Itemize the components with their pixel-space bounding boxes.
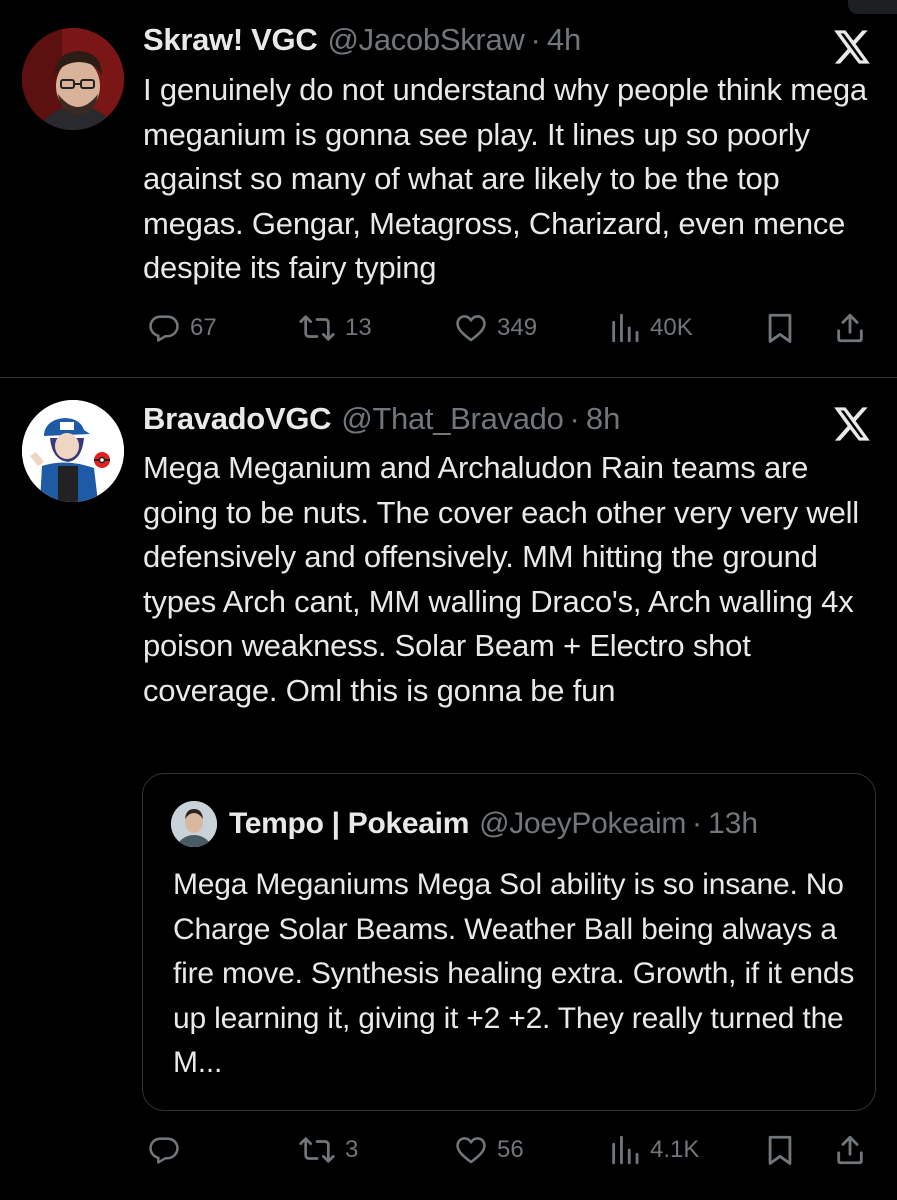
tweet-header: Skraw! VGC @JacobSkraw · 4h	[143, 22, 581, 62]
display-name[interactable]: BravadoVGC	[143, 401, 332, 437]
repost-icon	[299, 315, 335, 341]
views-count: 4.1K	[650, 1136, 700, 1163]
x-logo-icon	[834, 407, 870, 441]
separator-dot: ·	[569, 401, 580, 436]
tweet-text: Mega Meganium and Archaludon Rain teams …	[143, 450, 859, 708]
like-button[interactable]: 56	[454, 1130, 524, 1170]
repost-icon	[299, 1137, 335, 1163]
bookmark-icon	[768, 313, 792, 343]
handle[interactable]: @That_Bravado	[341, 401, 564, 437]
share-icon	[837, 313, 863, 343]
like-count: 56	[497, 1136, 524, 1163]
quoted-header: Tempo | Pokeaim @JoeyPokeaim · 13h	[229, 807, 758, 847]
quoted-avatar[interactable]	[171, 801, 217, 847]
bookmark-icon	[768, 1135, 792, 1165]
x-logo-icon	[834, 30, 870, 64]
timeline-feed: Skraw! VGC @JacobSkraw · 4h I genuinely …	[0, 0, 897, 1200]
action-bar: 67 13 349 40K	[143, 308, 873, 348]
avatar[interactable]	[22, 28, 124, 130]
like-button[interactable]: 349	[454, 308, 537, 348]
reply-button[interactable]	[147, 1130, 190, 1170]
separator-dot: ·	[530, 22, 541, 57]
repost-button[interactable]: 3	[298, 1130, 358, 1170]
bookmark-button[interactable]	[764, 308, 796, 348]
repost-button[interactable]: 13	[298, 308, 372, 348]
quoted-timestamp[interactable]: 13h	[708, 807, 758, 841]
views-button[interactable]: 4.1K	[609, 1130, 699, 1170]
share-button[interactable]	[833, 308, 867, 348]
repost-count: 13	[345, 314, 372, 341]
views-icon	[612, 313, 639, 343]
action-bar: 3 56 4.1K	[143, 1130, 873, 1170]
handle[interactable]: @JacobSkraw	[327, 22, 524, 58]
views-count: 40K	[650, 314, 693, 341]
reply-button[interactable]: 67	[147, 308, 217, 348]
quoted-text: Mega Meganiums Mega Sol ability is so in…	[173, 868, 855, 1080]
tweet-bravado[interactable]: BravadoVGC @That_Bravado · 8h Mega Megan…	[0, 379, 897, 1200]
quoted-tweet[interactable]: Tempo | Pokeaim @JoeyPokeaim · 13h Mega …	[142, 773, 876, 1111]
views-button[interactable]: 40K	[609, 308, 693, 348]
reply-count: 67	[190, 314, 217, 341]
quoted-handle[interactable]: @JoeyPokeaim	[479, 807, 686, 841]
like-count: 349	[497, 314, 538, 341]
reply-icon	[149, 1137, 179, 1164]
timestamp[interactable]: 4h	[547, 22, 581, 58]
quoted-display-name[interactable]: Tempo | Pokeaim	[229, 807, 469, 841]
separator-dot: ·	[692, 807, 703, 840]
tweet-text: I genuinely do not understand why people…	[143, 72, 867, 286]
reply-icon	[149, 315, 179, 342]
bookmark-button[interactable]	[764, 1130, 796, 1170]
like-icon	[456, 315, 486, 342]
timestamp[interactable]: 8h	[586, 401, 620, 437]
like-icon	[456, 1137, 486, 1164]
repost-count: 3	[345, 1136, 359, 1163]
tweet-skraw[interactable]: Skraw! VGC @JacobSkraw · 4h I genuinely …	[0, 0, 897, 378]
tweet-header: BravadoVGC @That_Bravado · 8h	[143, 401, 620, 441]
avatar[interactable]	[22, 400, 124, 502]
share-button[interactable]	[833, 1130, 867, 1170]
share-icon	[837, 1135, 863, 1165]
display-name[interactable]: Skraw! VGC	[143, 22, 318, 58]
views-icon	[612, 1135, 639, 1165]
